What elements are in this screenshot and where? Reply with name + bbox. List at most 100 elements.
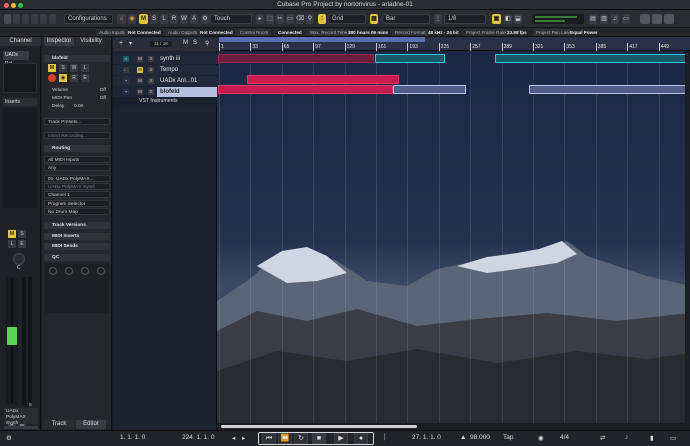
midi-activity-icon[interactable]: ▮ [650,434,654,442]
zoom-icon[interactable]: ⚲ [306,14,314,24]
track-row[interactable]: ▪ M S UADx Anl...01 [113,76,217,86]
cycle-icon[interactable]: ↻ [294,433,308,444]
track-row[interactable]: ♪ M S synth iii [113,54,217,64]
left-locator[interactable]: 1. 1. 1. 0 [120,434,145,441]
qc-knob-icon[interactable] [81,267,89,275]
channel-edit-button[interactable]: E [18,240,26,248]
qc-knob-icon[interactable] [97,267,105,275]
inspector-solo-button[interactable]: S [59,64,67,72]
tempo-display[interactable]: 98.000 [470,434,490,441]
drum-map-field[interactable]: No Drum Map [44,208,110,215]
horizontal-scrollbar[interactable] [217,423,690,430]
channel-listen-button[interactable]: L [8,240,16,248]
automation-button[interactable]: A [190,14,198,24]
snap-zero-icon[interactable]: ▦ [370,14,378,24]
punch-out-icon[interactable]: ▸ [242,434,245,442]
editor-tab[interactable]: Editor [76,420,106,429]
punch-in-icon[interactable]: ◂ [232,434,235,442]
stop-icon[interactable]: ■ [312,433,326,444]
mixer-toggle-icon[interactable] [49,14,56,24]
track-name[interactable]: Tempo [160,65,178,75]
midi-input-channel-field[interactable]: Any [44,164,110,171]
channel-eq-display[interactable] [3,63,37,93]
state-icon[interactable]: ◉ [128,14,136,24]
qc-knob-icon[interactable] [65,267,73,275]
track-mute-button[interactable]: M [137,78,143,84]
inspector-edit-button[interactable]: E [81,74,89,82]
vertical-scrollbar[interactable] [685,51,690,423]
quick-controls-section[interactable]: QC [44,254,110,261]
midi-part-synth-iii[interactable] [218,54,374,63]
midi-part-cyan[interactable] [375,54,445,63]
volume-fader-handle[interactable] [7,327,17,345]
lower-zone-icon[interactable]: ▭ [622,14,630,24]
play-icon[interactable]: ▶ [334,433,348,444]
visibility-tab[interactable]: Visibility [76,37,106,46]
pan-knob[interactable] [13,253,25,265]
lower-zone-toggle-icon[interactable]: ▭ [670,434,676,442]
midi-part-blofeld-long[interactable] [529,85,690,94]
insert-recording-field[interactable]: Insert Recording... [44,132,110,139]
track-versions-section[interactable]: Track Versions [44,222,110,229]
midi-pan-row[interactable]: MIDI Pan Off [44,95,110,102]
glue-icon[interactable]: ▭ [286,14,294,24]
track-name[interactable]: UADx Anl...01 [160,76,197,86]
midi-part-uadx[interactable] [247,75,399,84]
midi-part-blofeld[interactable] [218,85,393,94]
midi-sends-section[interactable]: MIDI Sends [44,243,110,250]
record-enable-icon[interactable] [48,74,56,82]
split-icon[interactable]: ✂ [276,14,284,24]
track-name[interactable]: synth iii [160,54,180,64]
automation-panel-icon[interactable]: ⚙ [201,14,209,24]
rewind-icon[interactable]: ⏪ [278,433,292,444]
track-tab[interactable]: Track [44,420,74,429]
channel-inserts-slots[interactable] [3,108,37,208]
range-select-icon[interactable]: ⬚ [266,14,274,24]
go-to-start-icon[interactable]: ⏮ [262,433,276,444]
write-all-button[interactable]: W [180,14,188,24]
audio-icon[interactable]: ♪ [625,434,628,441]
folder-row[interactable]: VST Instruments [113,97,217,105]
track-solo-button[interactable]: S [148,89,154,95]
read-all-button[interactable]: R [170,14,178,24]
layout-right-icon[interactable] [664,14,674,24]
channel-name[interactable]: UADx Pol... [3,51,29,67]
pool-icon[interactable]: ▥ [600,14,608,24]
tempo-mode-dropdown[interactable]: Tap [503,434,513,441]
primary-time-display[interactable]: 27. 1. 1. 0 [412,434,441,441]
track-list-solo-icon[interactable]: S [193,40,197,46]
cycle-range-bar[interactable] [219,37,425,42]
inspector-mute-button[interactable]: M [48,64,56,72]
track-solo-button[interactable]: S [148,56,154,62]
metronome-icon[interactable]: ▲ [460,434,466,441]
channel-solo-button[interactable]: S [18,230,26,238]
midi-input-field[interactable]: All MIDI Inputs [44,156,110,163]
grid-type-dropdown[interactable]: Grid [328,14,366,24]
monitor-icon[interactable]: ◉ [59,74,67,82]
transport-settings-icon[interactable]: ⚙ [6,434,12,442]
marker-icon[interactable]: ⏐ [383,434,387,442]
inspector-listen-button[interactable]: L [81,64,89,72]
channel-mute-button[interactable]: M [8,230,16,238]
sync-icon[interactable]: ⇄ [600,434,605,442]
midi-channel-field[interactable]: Channel 1 [44,191,110,198]
visibility-toggle-icon[interactable] [40,14,47,24]
inspector-write-button[interactable]: W [70,64,78,72]
track-mute-button[interactable]: M [137,67,143,73]
constrain-delay-icon[interactable]: ⌂ [117,14,126,24]
object-select-icon[interactable]: ▸ [256,14,264,24]
layout-left-icon[interactable] [640,14,650,24]
track-solo-button[interactable]: S [148,67,154,73]
lower-zone-toggle-icon[interactable] [13,14,20,24]
inspector-tab[interactable]: Inspector [44,37,74,46]
inspector-track-name[interactable]: blofeld [44,55,110,62]
midi-inserts-section[interactable]: MIDI Inserts [44,233,110,240]
right-locator[interactable]: 224. 1. 1. 0 [182,434,215,441]
track-zone-toggle-icon[interactable] [31,14,38,24]
routing-section[interactable]: Routing [44,145,110,152]
program-selector-field[interactable]: Program Selector [44,200,110,207]
snap-toggle-icon[interactable]: ⫶ [318,14,326,24]
track-solo-button[interactable]: S [148,78,154,84]
quantize-snap-icon[interactable]: ▣ [492,14,501,24]
delay-row[interactable]: Delay 0.00 [44,103,110,110]
